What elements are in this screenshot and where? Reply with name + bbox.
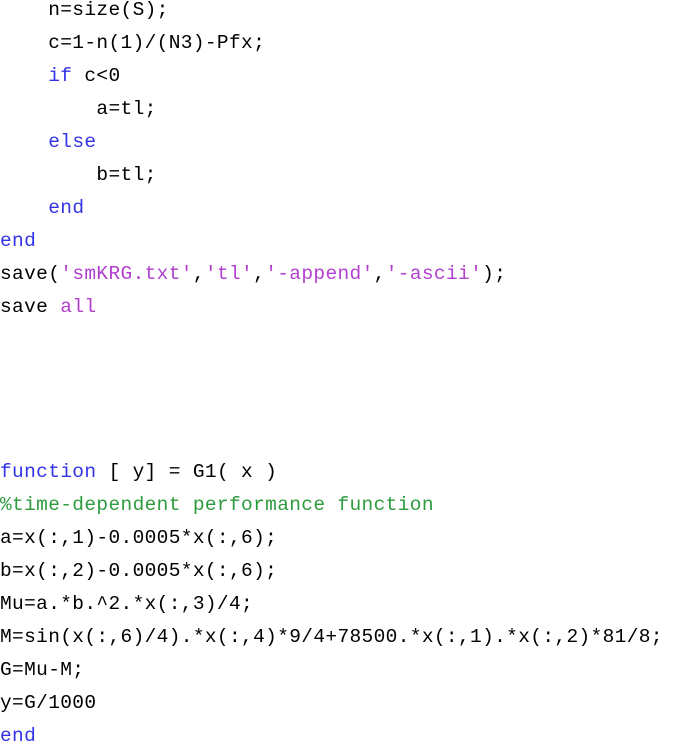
code-token-plain: c<0 <box>72 65 121 87</box>
code-token-keyword: function <box>0 461 97 483</box>
code-token-plain: , <box>192 263 205 285</box>
code-line: end <box>0 225 685 258</box>
code-line: else <box>0 126 685 159</box>
code-line: end <box>0 192 685 225</box>
code-token-string: '-ascii' <box>385 263 483 285</box>
code-token-plain: b=tl; <box>0 164 157 186</box>
code-token-plain: [ y] = G1( x ) <box>96 461 278 483</box>
code-token-keyword: end <box>0 725 37 747</box>
code-token-plain: n=size(S); <box>0 0 169 21</box>
code-line <box>0 423 685 456</box>
code-token-plain: a=tl; <box>0 98 157 120</box>
code-token-plain: , <box>373 263 386 285</box>
code-token-keyword: end <box>0 230 37 252</box>
code-line: save('smKRG.txt','tl','-append','-ascii'… <box>0 258 685 291</box>
code-line: b=tl; <box>0 159 685 192</box>
code-line: y=G/1000 <box>0 687 685 720</box>
code-token-keyword: else <box>48 131 97 153</box>
code-line <box>0 390 685 423</box>
code-token-string: 'tl' <box>204 263 254 285</box>
code-token-string: '-append' <box>265 263 374 285</box>
code-token-string: all <box>60 296 97 318</box>
code-token-blank <box>0 362 12 384</box>
code-line: save all <box>0 291 685 324</box>
code-token-blank <box>0 329 12 351</box>
code-line: c=1-n(1)/(N3)-Pfx; <box>0 27 685 60</box>
code-line: if c<0 <box>0 60 685 93</box>
code-token-plain: M=sin(x(:,6)/4).*x(:,4)*9/4+78500.*x(:,1… <box>0 626 663 648</box>
code-token-plain: y=G/1000 <box>0 692 97 714</box>
code-token-plain: Mu=a.*b.^2.*x(:,3)/4; <box>0 593 254 615</box>
code-token-plain: b=x(:,2)-0.0005*x(:,6); <box>0 560 278 582</box>
code-line <box>0 357 685 390</box>
code-token-plain: save <box>0 296 61 318</box>
code-line: b=x(:,2)-0.0005*x(:,6); <box>0 555 685 588</box>
code-line: %time-dependent performance function <box>0 489 685 522</box>
code-line: G=Mu-M; <box>0 654 685 687</box>
code-token-plain: G=Mu-M; <box>0 659 85 681</box>
code-line: Mu=a.*b.^2.*x(:,3)/4; <box>0 588 685 621</box>
code-token-blank <box>0 395 12 417</box>
code-token-plain: , <box>253 263 266 285</box>
code-token-plain: save( <box>0 263 61 285</box>
code-listing: n=size(S); c=1-n(1)/(N3)-Pfx; if c<0 a=t… <box>0 0 685 747</box>
code-token-blank <box>0 428 12 450</box>
code-token-plain: c=1-n(1)/(N3)-Pfx; <box>0 32 266 54</box>
code-token-comment: %time-dependent performance function <box>0 494 434 516</box>
code-line: M=sin(x(:,6)/4).*x(:,4)*9/4+78500.*x(:,1… <box>0 621 685 654</box>
code-token-plain: ); <box>482 263 507 285</box>
code-token-keyword: end <box>48 197 85 219</box>
code-line: a=tl; <box>0 93 685 126</box>
code-line: a=x(:,1)-0.0005*x(:,6); <box>0 522 685 555</box>
code-line <box>0 324 685 357</box>
code-lines-container: n=size(S); c=1-n(1)/(N3)-Pfx; if c<0 a=t… <box>0 0 685 753</box>
code-token-keyword: if <box>48 65 73 87</box>
code-line: end <box>0 720 685 753</box>
code-line: function [ y] = G1( x ) <box>0 456 685 489</box>
code-token-plain: a=x(:,1)-0.0005*x(:,6); <box>0 527 278 549</box>
code-token-string: 'smKRG.txt' <box>60 263 193 285</box>
code-line: n=size(S); <box>0 0 685 27</box>
